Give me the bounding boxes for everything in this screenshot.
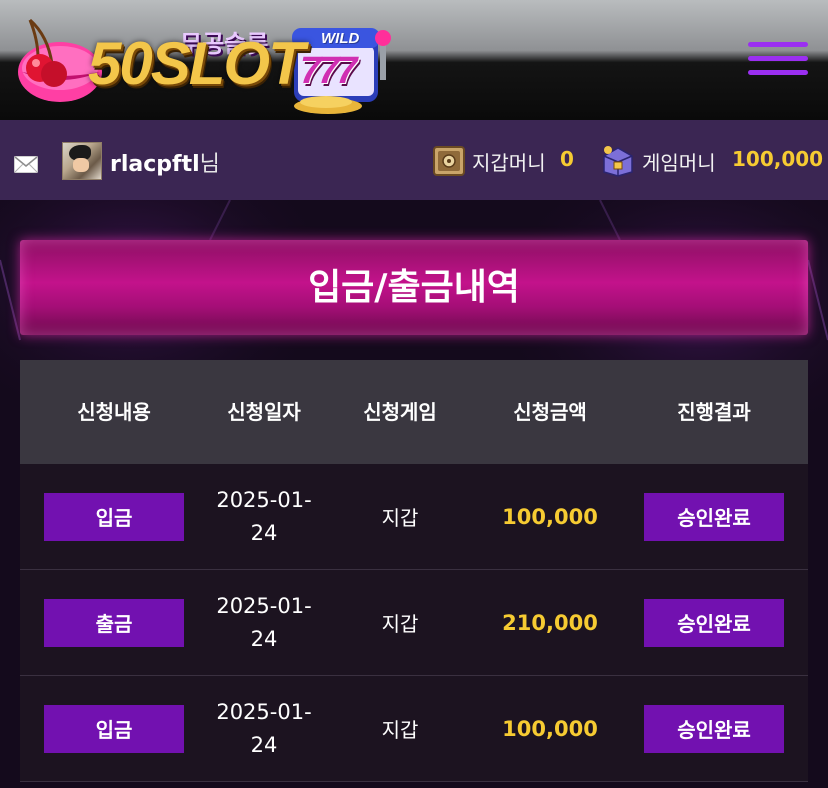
result-cell: 승인완료 [620,464,808,569]
type-badge[interactable]: 입금 [44,704,184,753]
result-badge[interactable]: 승인완료 [644,704,784,753]
avatar[interactable] [62,142,102,180]
game-money-value: 100,000 [732,147,824,171]
transaction-history-table: 신청내용 신청일자 신청게임 신청금액 진행결과 입금 2025-01-24 지… [20,360,808,782]
game-cell: 지갑 [381,612,419,636]
header: 무공슬롯 50SLOT WILD 777 [0,0,828,120]
mail-icon[interactable] [14,156,38,173]
amount-cell: 100,000 [502,716,598,741]
amount-cell: 210,000 [502,610,598,635]
wallet-money-value: 0 [560,147,574,171]
menu-bar [748,56,808,61]
safe-icon [433,146,465,176]
table-row: 출금 2025-01-24 지갑 210,000 승인완료 [20,570,808,676]
header-apply-amount: 신청금액 [513,400,587,424]
treasure-chest-icon [603,146,633,177]
type-cell: 입금 [20,464,208,569]
header-apply-game: 신청게임 [363,400,437,424]
type-badge[interactable]: 입금 [44,492,184,541]
logo-wordmark: 50SLOT [88,30,305,97]
table-header: 신청내용 신청일자 신청게임 신청금액 진행결과 [20,360,808,464]
header-progress-result: 진행결과 [677,400,751,424]
game-cell: 지갑 [381,506,419,530]
date-cell: 2025-01-24 [216,699,312,757]
date-cell: 2025-01-24 [216,593,312,651]
result-badge[interactable]: 승인완료 [644,492,784,541]
type-cell: 출금 [20,570,208,675]
table-row: 입금 2025-01-24 지갑 100,000 승인완료 [20,464,808,570]
date-cell: 2025-01-24 [216,487,312,545]
hamburger-menu-icon[interactable] [748,40,808,80]
wallet-money-label: 지갑머니 [472,151,546,175]
logo-wild-text: WILD [321,30,360,47]
username-suffix: 님 [199,152,220,177]
type-badge[interactable]: 출금 [44,598,184,647]
username-text: rlacpftl [110,152,200,177]
table-row: 입금 2025-01-24 지갑 100,000 승인완료 [20,676,808,782]
result-cell: 승인완료 [620,570,808,675]
username: rlacpftl님 [110,146,220,178]
amount-cell: 100,000 [502,504,598,529]
result-cell: 승인완료 [620,676,808,781]
page-title-banner: 입금/출금내역 [20,240,808,335]
header-apply-date: 신청일자 [227,400,301,424]
menu-bar [748,42,808,47]
header-apply-type: 신청내용 [77,400,151,424]
game-money-label: 게임머니 [642,151,716,175]
page-title: 입금/출금내역 [308,267,520,308]
game-cell: 지갑 [381,718,419,742]
logo-777-text: 777 [300,50,357,92]
site-logo[interactable]: 무공슬롯 50SLOT WILD 777 [8,10,398,118]
menu-bar [748,70,808,75]
result-badge[interactable]: 승인완료 [644,598,784,647]
type-cell: 입금 [20,676,208,781]
